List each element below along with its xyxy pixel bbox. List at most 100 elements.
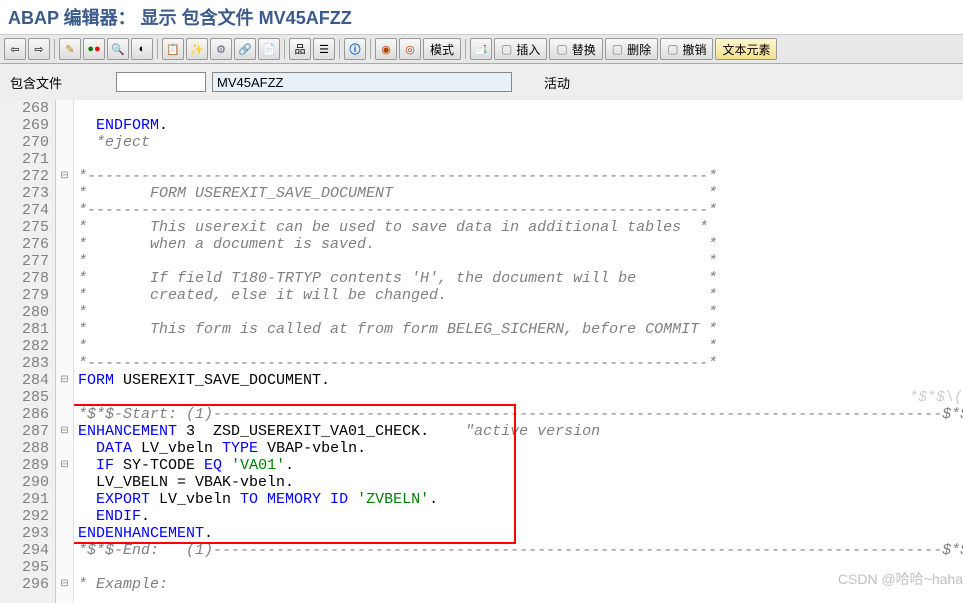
code-line[interactable] <box>74 151 963 168</box>
line-number: 275 <box>0 219 49 236</box>
code-line[interactable]: ENDFORM. <box>74 117 963 134</box>
pattern-button[interactable]: 模式 <box>423 38 461 60</box>
fold-marker <box>56 100 73 117</box>
line-number: 279 <box>0 287 49 304</box>
line-number: 280 <box>0 304 49 321</box>
line-number: 295 <box>0 559 49 576</box>
code-line[interactable]: *$*$-End: (1)---------------------------… <box>74 542 963 559</box>
line-number: 291 <box>0 491 49 508</box>
code-line[interactable]: *---------------------------------------… <box>74 202 963 219</box>
line-number: 290 <box>0 474 49 491</box>
code-line[interactable]: DATA LV_vbeln TYPE VBAP-vbeln. <box>74 440 963 457</box>
display-list-button[interactable]: ☰ <box>313 38 335 60</box>
code-line[interactable]: *---------------------------------------… <box>74 355 963 372</box>
fold-marker <box>56 236 73 253</box>
code-line[interactable]: EXPORT LV_vbeln TO MEMORY ID 'ZVBELN'. <box>74 491 963 508</box>
fold-marker <box>56 287 73 304</box>
where-used-button[interactable]: 🔗 <box>234 38 256 60</box>
status-label: 活动 <box>544 73 570 92</box>
activate-button[interactable]: ✨ <box>186 38 208 60</box>
code-line[interactable]: *---------------------------------------… <box>74 168 963 185</box>
fold-marker <box>56 304 73 321</box>
active-inactive-button[interactable]: ●● <box>83 38 105 60</box>
line-number: 287 <box>0 423 49 440</box>
copy-button[interactable]: 📑 <box>470 38 492 60</box>
code-line[interactable]: * * <box>74 253 963 270</box>
enhance-button[interactable]: ◐ <box>131 38 153 60</box>
hierarchy-button[interactable]: 品 <box>289 38 311 60</box>
fold-marker <box>56 117 73 134</box>
pretty-print-button[interactable]: 📄 <box>258 38 280 60</box>
breakpoint-button[interactable]: ◉ <box>375 38 397 60</box>
fold-marker <box>56 270 73 287</box>
check-button[interactable]: 📋 <box>162 38 184 60</box>
fold-marker[interactable]: ⊟ <box>56 576 73 593</box>
fold-marker <box>56 389 73 406</box>
fold-marker[interactable]: ⊟ <box>56 372 73 389</box>
fold-marker <box>56 202 73 219</box>
fold-marker <box>56 338 73 355</box>
fold-marker <box>56 355 73 372</box>
toggle-edit-button[interactable]: ✎ <box>59 38 81 60</box>
line-number: 273 <box>0 185 49 202</box>
code-editor[interactable]: 2682692702712722732742752762772782792802… <box>0 100 963 603</box>
fold-marker[interactable]: ⊟ <box>56 168 73 185</box>
insert-button[interactable]: ▢插入 <box>494 38 547 60</box>
code-line[interactable]: * This userexit can be used to save data… <box>74 219 963 236</box>
code-line[interactable]: *eject <box>74 134 963 151</box>
code-line[interactable] <box>74 100 963 117</box>
fold-marker <box>56 321 73 338</box>
line-number: 268 <box>0 100 49 117</box>
code-line[interactable]: ENDIF. <box>74 508 963 525</box>
code-line[interactable]: * This form is called at from form BELEG… <box>74 321 963 338</box>
line-number: 288 <box>0 440 49 457</box>
fold-column[interactable]: ⊟ ⊟ ⊟ ⊟ ⊟ <box>56 100 74 603</box>
forward-button[interactable]: ⇨ <box>28 38 50 60</box>
test-button[interactable]: ⚙ <box>210 38 232 60</box>
code-line[interactable]: * created, else it will be changed. * <box>74 287 963 304</box>
delete-button[interactable]: ▢删除 <box>605 38 658 60</box>
replace-button[interactable]: ▢替换 <box>549 38 602 60</box>
line-number: 285 <box>0 389 49 406</box>
code-line[interactable]: * FORM USEREXIT_SAVE_DOCUMENT * <box>74 185 963 202</box>
ghost-hint: *$*$\( <box>909 389 963 406</box>
code-line[interactable]: ENDENHANCEMENT. <box>74 525 963 542</box>
code-line[interactable]: * when a document is saved. * <box>74 236 963 253</box>
code-line[interactable] <box>74 389 963 406</box>
fold-marker <box>56 185 73 202</box>
fold-marker[interactable]: ⊟ <box>56 457 73 474</box>
line-number: 292 <box>0 508 49 525</box>
include-prefix-input[interactable] <box>116 72 206 92</box>
code-line[interactable]: * Example: <box>74 576 963 593</box>
line-number: 276 <box>0 236 49 253</box>
fold-marker[interactable]: ⊟ <box>56 423 73 440</box>
code-line[interactable]: FORM USEREXIT_SAVE_DOCUMENT. <box>74 372 963 389</box>
fold-marker <box>56 559 73 576</box>
code-line[interactable]: * If field T180-TRTYP contents 'H', the … <box>74 270 963 287</box>
line-number: 282 <box>0 338 49 355</box>
help-button[interactable]: ⓘ <box>344 38 366 60</box>
back-button[interactable]: ⇦ <box>4 38 26 60</box>
line-number: 296 <box>0 576 49 593</box>
code-line[interactable]: * * <box>74 338 963 355</box>
code-area[interactable]: *$*$\( ENDFORM. *eject *-----------------… <box>74 100 963 603</box>
code-line[interactable] <box>74 559 963 576</box>
fold-marker <box>56 406 73 423</box>
code-line[interactable]: LV_VBELN = VBAK-vbeln. <box>74 474 963 491</box>
form-area: 包含文件 活动 <box>0 64 963 100</box>
fold-marker <box>56 491 73 508</box>
code-line[interactable]: ENHANCEMENT 3 ZSD_USEREXIT_VA01_CHECK. "… <box>74 423 963 440</box>
line-number: 271 <box>0 151 49 168</box>
line-number: 283 <box>0 355 49 372</box>
undo-button[interactable]: ▢撤销 <box>660 38 713 60</box>
fold-marker <box>56 474 73 491</box>
other-object-button[interactable]: 🔍 <box>107 38 129 60</box>
fold-marker <box>56 219 73 236</box>
code-line[interactable]: * * <box>74 304 963 321</box>
code-line[interactable]: *$*$-Start: (1)-------------------------… <box>74 406 963 423</box>
text-elements-button[interactable]: 文本元素 <box>715 38 777 60</box>
code-line[interactable]: IF SY-TCODE EQ 'VA01'. <box>74 457 963 474</box>
watchpoint-button[interactable]: ◎ <box>399 38 421 60</box>
line-number: 277 <box>0 253 49 270</box>
include-file-input[interactable] <box>212 72 512 92</box>
